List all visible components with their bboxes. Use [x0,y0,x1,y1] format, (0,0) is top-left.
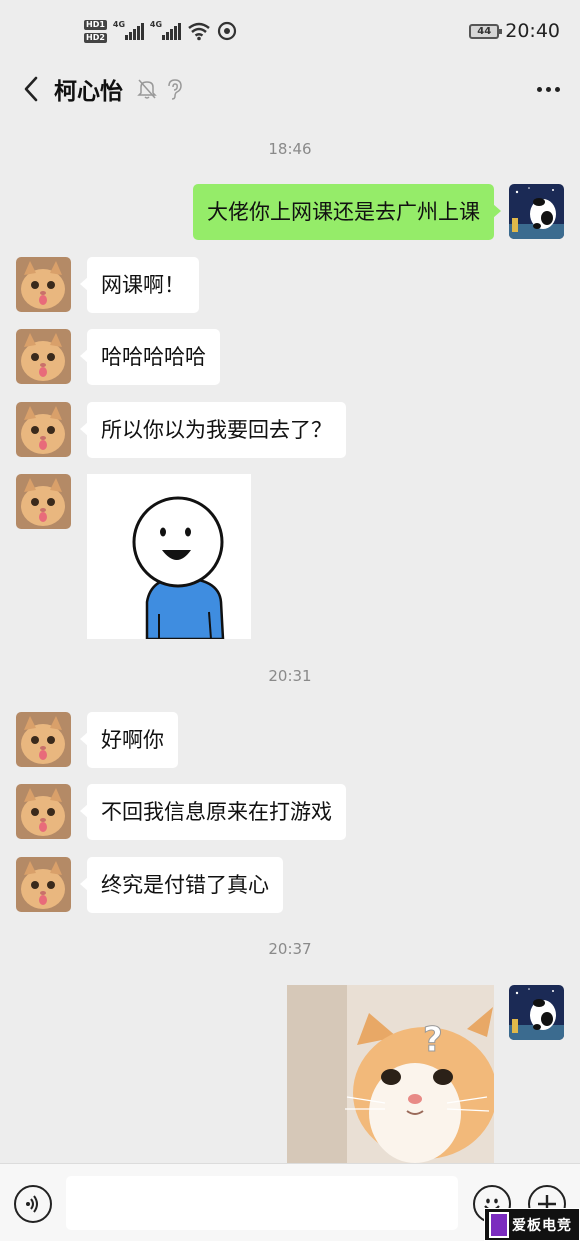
cat-avatar-icon [16,474,71,529]
more-options-button[interactable] [533,79,564,100]
dot [555,86,560,92]
chat-title: 柯心怡 [54,79,123,105]
chat-header: 柯心怡 [0,62,580,116]
contact-avatar[interactable] [16,857,71,912]
timestamp: 20:31 [268,667,312,685]
voice-button[interactable] [14,1185,52,1223]
status-right: 44 20:40 [469,20,560,42]
my-message-bubble[interactable]: 大佬你上网课还是去广州上课 [193,184,501,240]
network-label-1: 4G [112,20,126,29]
contact-message-bubble[interactable]: 终究是付错了真心 [80,857,283,913]
back-arrow-icon [24,76,38,102]
contact-avatar[interactable] [16,474,71,529]
hd-indicators: HD1 HD2 [84,19,107,43]
status-bar: HD1 HD2 4G 4G 44 20:40 [0,0,580,62]
timestamp: 18:46 [268,140,312,158]
status-left: HD1 HD2 4G 4G [84,19,237,43]
battery-icon: 44 [469,23,503,39]
cat-avatar-icon [16,784,71,839]
panda-avatar-icon [509,184,564,239]
dot [537,86,542,92]
contact-avatar[interactable] [16,712,71,767]
contact-avatar[interactable] [16,329,71,384]
my-avatar[interactable] [509,184,564,239]
watermark-logo-icon [489,1211,509,1238]
cat-avatar-icon [16,857,71,912]
contact-avatar[interactable] [16,784,71,839]
wifi-icon [188,22,210,41]
watermark-text: 爱板电竞 [512,1217,572,1234]
confused-cat-icon: ? [287,985,494,1163]
my-avatar[interactable] [509,985,564,1040]
cat-avatar-icon [16,712,71,767]
sticker-question-mark: ? [423,1020,443,1060]
network-label-2: 4G [149,20,163,29]
cat-avatar-icon [16,257,71,312]
timestamp: 20:37 [268,940,312,958]
ear-icon [168,79,182,100]
chat-area[interactable]: 18:46 大佬你上网课还是去广州上课 网课啊！ 哈哈哈哈哈 所以你以为我要回去… [0,116,580,1163]
hotspot-icon [217,21,237,41]
contact-message-bubble[interactable]: 所以你以为我要回去了？ [80,402,346,458]
panda-avatar-icon [509,985,564,1040]
confused-cat-sticker[interactable]: ? [287,985,494,1163]
contact-message-bubble[interactable]: 好啊你 [80,712,178,768]
hd1-badge: HD1 [84,19,107,30]
contact-avatar[interactable] [16,257,71,312]
signal-2-icon: 4G [149,20,181,40]
signal-1-icon: 4G [112,20,144,40]
status-time: 20:40 [505,20,560,42]
contact-avatar[interactable] [16,402,71,457]
contact-message-bubble[interactable]: 哈哈哈哈哈 [80,329,220,385]
back-button[interactable] [16,69,46,109]
cat-avatar-icon [16,329,71,384]
contact-message-bubble[interactable]: 网课啊！ [80,257,199,313]
contact-message-bubble[interactable]: 不回我信息原来在打游戏 [80,784,346,840]
smiley-person-sticker[interactable] [87,474,251,639]
voice-icon [26,1195,38,1213]
cat-avatar-icon [16,402,71,457]
smiley-person-icon [87,474,251,639]
hd2-badge: HD2 [84,32,107,43]
site-watermark: 爱板电竞 [484,1208,580,1241]
dot [546,86,551,92]
message-input[interactable] [66,1176,458,1230]
mute-bell-icon [137,79,157,99]
title-status-icons [137,78,183,100]
